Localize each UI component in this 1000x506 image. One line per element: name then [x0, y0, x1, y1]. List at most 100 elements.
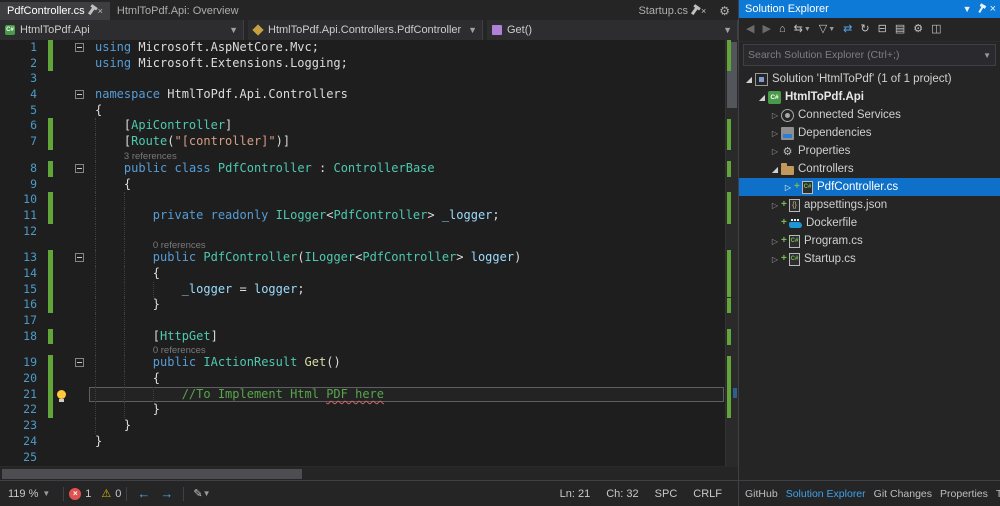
glyph-margin[interactable]	[53, 450, 73, 466]
code-text[interactable]	[89, 313, 724, 329]
tree-item-solution-htmltopdf-1-of-1-project[interactable]: ◢Solution 'HtmlToPdf' (1 of 1 project)	[739, 70, 1000, 88]
expander-closed-icon[interactable]: ▷	[782, 183, 794, 192]
fold-margin[interactable]	[73, 418, 89, 434]
code-text[interactable]: 0 references	[89, 239, 724, 250]
tree-item-program-cs[interactable]: ▷+Program.cs	[739, 232, 1000, 250]
fold-margin[interactable]	[73, 250, 89, 266]
edit-mode-pencil-icon[interactable]: ✎	[189, 487, 202, 500]
code-line[interactable]: 12	[0, 224, 724, 240]
code-line[interactable]: 24}	[0, 434, 724, 450]
zoom-control[interactable]: 119 % ▼	[0, 488, 58, 500]
fold-margin[interactable]	[73, 239, 89, 250]
fold-margin[interactable]	[73, 56, 89, 72]
glyph-margin[interactable]	[53, 103, 73, 119]
code-line[interactable]: 20 {	[0, 371, 724, 387]
expander-closed-icon[interactable]: ▷	[769, 237, 781, 246]
fold-margin[interactable]	[73, 344, 89, 355]
tree-item-controllers[interactable]: ◢Controllers	[739, 160, 1000, 178]
code-text[interactable]: public PdfController(ILogger<PdfControll…	[89, 250, 724, 266]
status-line-ending[interactable]: CRLF	[693, 488, 722, 500]
expander-closed-icon[interactable]: ▷	[769, 111, 781, 120]
code-text[interactable]: public IActionResult Get()	[89, 355, 724, 371]
code-text[interactable]: [Route("[controller]")]	[89, 134, 724, 150]
tree-item-startup-cs[interactable]: ▷+Startup.cs	[739, 250, 1000, 268]
code-line[interactable]: 2using Microsoft.Extensions.Logging;	[0, 56, 724, 72]
expander-open-icon[interactable]: ◢	[769, 165, 781, 174]
navigate-forward-icon[interactable]: →	[155, 486, 178, 501]
fold-margin[interactable]	[73, 71, 89, 87]
code-line[interactable]: 1using Microsoft.AspNetCore.Mvc;	[0, 40, 724, 56]
code-text[interactable]: 3 references	[89, 150, 724, 161]
collapse-region-icon[interactable]	[75, 358, 84, 367]
glyph-margin[interactable]	[53, 192, 73, 208]
forward-icon[interactable]: ▶	[759, 23, 773, 36]
code-line[interactable]: 18 [HttpGet]	[0, 329, 724, 345]
code-text[interactable]: private readonly ILogger<PdfController> …	[89, 208, 724, 224]
glyph-margin[interactable]	[53, 40, 73, 56]
code-line[interactable]: 23 }	[0, 418, 724, 434]
expander-closed-icon[interactable]: ▷	[769, 129, 781, 138]
glyph-margin[interactable]	[53, 387, 73, 403]
glyph-margin[interactable]	[53, 329, 73, 345]
tree-item-htmltopdf-api[interactable]: ◢HtmlToPdf.Api	[739, 88, 1000, 106]
code-text[interactable]: _logger = logger;	[89, 282, 724, 298]
collapse-region-icon[interactable]	[75, 43, 84, 52]
code-line[interactable]: 4namespace HtmlToPdf.Api.Controllers	[0, 87, 724, 103]
code-text[interactable]: [ApiController]	[89, 118, 724, 134]
expander-open-icon[interactable]: ◢	[756, 93, 768, 102]
code-editor[interactable]: 1using Microsoft.AspNetCore.Mvc;2using M…	[0, 40, 738, 466]
tool-tab-tes[interactable]: Tes	[996, 488, 1000, 500]
glyph-margin[interactable]	[53, 71, 73, 87]
fold-margin[interactable]	[73, 402, 89, 418]
close-icon[interactable]: ×	[98, 7, 103, 16]
fold-margin[interactable]	[73, 224, 89, 240]
code-line[interactable]: 6 [ApiController]	[0, 118, 724, 134]
preview-tab-startup[interactable]: Startup.cs ×	[631, 2, 713, 20]
code-line[interactable]: 22 }	[0, 402, 724, 418]
solution-explorer-search[interactable]: ▼	[743, 44, 996, 66]
glyph-margin[interactable]	[53, 150, 73, 161]
tool-tab-properties[interactable]: Properties	[940, 488, 988, 500]
glyph-margin[interactable]	[53, 266, 73, 282]
code-line[interactable]: 10	[0, 192, 724, 208]
code-text[interactable]: }	[89, 402, 724, 418]
close-icon[interactable]: ×	[701, 7, 706, 16]
window-position-chevron-icon[interactable]: ▼	[963, 5, 972, 14]
glyph-margin[interactable]	[53, 313, 73, 329]
fold-margin[interactable]	[73, 297, 89, 313]
home-icon[interactable]: ⌂	[776, 23, 789, 36]
expander-closed-icon[interactable]: ▷	[769, 147, 781, 156]
fold-margin[interactable]	[73, 434, 89, 450]
auto-hide-pin-icon[interactable]	[978, 5, 983, 12]
fold-margin[interactable]	[73, 282, 89, 298]
glyph-margin[interactable]	[53, 87, 73, 103]
lightbulb-icon[interactable]	[57, 390, 66, 399]
glyph-margin[interactable]	[53, 118, 73, 134]
code-text[interactable]: }	[89, 434, 724, 450]
fold-margin[interactable]	[73, 118, 89, 134]
navigate-back-icon[interactable]: ←	[132, 486, 155, 501]
tree-item-connected-services[interactable]: ▷Connected Services	[739, 106, 1000, 124]
fold-margin[interactable]	[73, 266, 89, 282]
code-text[interactable]: {	[89, 103, 724, 119]
error-count[interactable]: 1	[85, 488, 91, 500]
codelens-line[interactable]: 0 references	[0, 239, 724, 250]
codelens-line[interactable]: 0 references	[0, 344, 724, 355]
glyph-margin[interactable]	[53, 56, 73, 72]
tab-overview[interactable]: HtmlToPdf.Api: Overview	[110, 2, 246, 20]
glyph-margin[interactable]	[53, 161, 73, 177]
fold-margin[interactable]	[73, 355, 89, 371]
code-line[interactable]: 19 public IActionResult Get()	[0, 355, 724, 371]
preview-selected-items-icon[interactable]: ◫	[928, 23, 944, 36]
code-text[interactable]	[89, 71, 724, 87]
code-text[interactable]: using Microsoft.AspNetCore.Mvc;	[89, 40, 724, 56]
fold-margin[interactable]	[73, 313, 89, 329]
solution-explorer-title-bar[interactable]: Solution Explorer ▼ ×	[739, 0, 1000, 18]
tree-item-properties[interactable]: ▷Properties	[739, 142, 1000, 160]
tool-tab-github[interactable]: GitHub	[745, 488, 778, 500]
glyph-margin[interactable]	[53, 208, 73, 224]
code-line[interactable]: 17	[0, 313, 724, 329]
code-line[interactable]: 13 public PdfController(ILogger<PdfContr…	[0, 250, 724, 266]
code-text[interactable]	[89, 224, 724, 240]
code-line[interactable]: 9 {	[0, 177, 724, 193]
